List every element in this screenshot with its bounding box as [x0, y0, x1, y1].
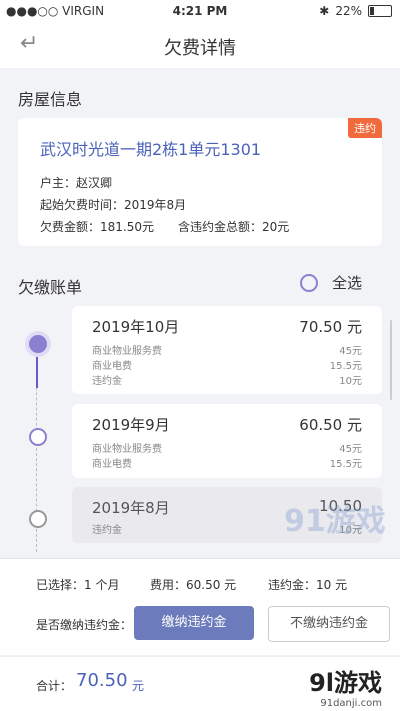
- owner-text: 户主：赵汉卿: [40, 176, 113, 190]
- bill-radio-aug[interactable]: [29, 510, 47, 528]
- bill-item-value: 10元: [339, 376, 362, 387]
- bill-amount: 60.50 元: [299, 416, 362, 434]
- bill-item-name: 商业物业服务费: [92, 346, 162, 357]
- bill-item-value: 45元: [339, 346, 362, 357]
- bill-item-value: 15.5元: [329, 459, 362, 470]
- house-address: 武汉时光道一期2栋1单元1301: [40, 140, 262, 159]
- bill-radio-oct[interactable]: [29, 335, 47, 353]
- site-logo: 9l游戏 91danji.com: [309, 663, 382, 709]
- penalty-badge: 违约: [348, 118, 382, 138]
- watermark-logo: 91游戏: [284, 504, 386, 539]
- bill-month: 2019年8月: [92, 499, 170, 517]
- footer-bar: 合计： 70.50 元 9l游戏 91danji.com: [0, 656, 400, 711]
- status-bar: ●●●○○ VIRGIN 4:21 PM ✱ 22%: [0, 0, 400, 22]
- summary-panel: 已选择：1 个月 费用：60.50 元 违约金：10 元 是否缴纳违约金： 缴纳…: [0, 558, 400, 655]
- battery-percent: 22%: [335, 4, 362, 18]
- bills-section-title: 欠缴账单: [18, 278, 83, 297]
- scrollbar[interactable]: [390, 320, 392, 400]
- bill-month: 2019年10月: [92, 318, 180, 336]
- select-all-toggle[interactable]: 全选: [299, 272, 362, 293]
- bill-card-sep[interactable]: 2019年9月 60.50 元 商业物业服务费 45元 商业电费 15.5元: [72, 404, 382, 478]
- house-section-title: 房屋信息: [18, 90, 83, 109]
- bill-item-name: 违约金: [92, 525, 122, 536]
- timeline-active-line: [36, 352, 38, 388]
- skip-penalty-button[interactable]: 不缴纳违约金: [268, 606, 390, 642]
- selected-months: 已选择：1 个月: [36, 578, 120, 592]
- total-label: 合计：: [36, 679, 73, 693]
- total-unit: 元: [132, 679, 145, 693]
- penalty-amount: 违约金：10 元: [268, 578, 348, 592]
- penalty-total-text: 含违约金总额：20元: [178, 220, 290, 234]
- fee-total: 费用：60.50 元: [150, 578, 237, 592]
- bill-item-value: 45元: [339, 444, 362, 455]
- select-all-radio-icon[interactable]: [299, 273, 318, 292]
- bill-month: 2019年9月: [92, 416, 170, 434]
- nav-bar: ↵ 欠费详情: [0, 22, 400, 68]
- bill-item-value: 15.5元: [329, 361, 362, 372]
- penalty-question: 是否缴纳违约金：: [36, 618, 133, 632]
- house-info-card: 武汉时光道一期2栋1单元1301 违约 户主：赵汉卿 起始欠费时间：2019年8…: [18, 118, 382, 246]
- bill-amount: 70.50 元: [299, 318, 362, 336]
- bill-radio-sep[interactable]: [29, 428, 47, 446]
- start-time-text: 起始欠费时间：2019年8月: [40, 198, 187, 212]
- bill-card-oct[interactable]: 2019年10月 70.50 元 商业物业服务费 45元 商业电费 15.5元 …: [72, 306, 382, 394]
- pay-penalty-button[interactable]: 缴纳违约金: [134, 606, 254, 640]
- total-amount: 70.50: [76, 670, 128, 691]
- status-right: ✱ 22%: [319, 4, 392, 18]
- bill-item-name: 商业电费: [92, 361, 132, 372]
- site-url: 91danji.com: [320, 698, 382, 709]
- bill-item-name: 违约金: [92, 376, 122, 387]
- bill-item-name: 商业物业服务费: [92, 444, 162, 455]
- arrears-text: 欠费金额：181.50元: [40, 220, 154, 234]
- bluetooth-icon: ✱: [319, 4, 330, 18]
- battery-icon: [368, 5, 392, 17]
- select-all-label: 全选: [331, 274, 362, 292]
- bill-item-name: 商业电费: [92, 459, 132, 470]
- site-logo-text: 9l游戏: [309, 669, 382, 697]
- page-title: 欠费详情: [164, 38, 236, 59]
